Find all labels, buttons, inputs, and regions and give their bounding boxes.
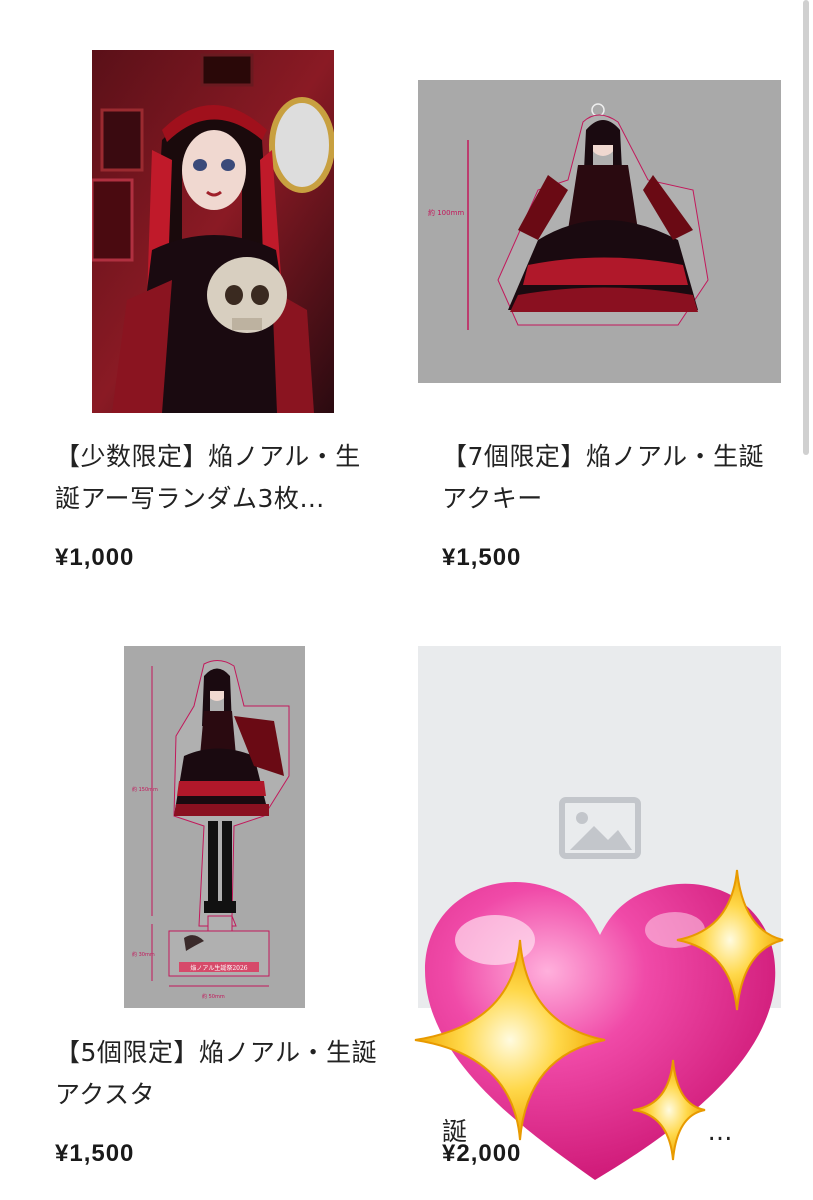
- product-price: ¥1,500: [442, 544, 522, 571]
- product-image[interactable]: 約 100mm: [418, 80, 781, 383]
- product-title[interactable]: 【少数限定】焔ノアル・生 誕アー写ランダム3枚…: [55, 436, 385, 520]
- product-price: ¥1,500: [55, 1140, 135, 1167]
- base-width-label: 約 50mm: [202, 993, 225, 1000]
- product-image[interactable]: 約 150mm 約 30mm 約 50mm 焔ノアル生誕祭2026: [124, 646, 305, 1008]
- product-card[interactable]: 約 100mm 【7個限定】焔ノアル・生誕 アクキー ¥1,500: [406, 0, 813, 620]
- product-title[interactable]: 【5個限定】焔ノアル・生誕 アクスタ: [55, 1032, 385, 1116]
- product-title[interactable]: 【7個限定】焔ノアル・生誕 アクキー: [442, 436, 772, 520]
- product-image-placeholder[interactable]: [418, 646, 781, 1008]
- gothic-girl-photo: [92, 50, 334, 413]
- base-text: 焔ノアル生誕祭2026: [190, 964, 247, 972]
- dimension-label: 約 100mm: [428, 208, 464, 217]
- product-card[interactable]: 誕… ¥2,000: [406, 620, 813, 1200]
- dimension-label: 約 150mm: [132, 786, 158, 793]
- product-image[interactable]: [92, 50, 334, 413]
- image-placeholder-icon: [418, 646, 781, 1008]
- product-card[interactable]: 【少数限定】焔ノアル・生 誕アー写ランダム3枚… ¥1,000: [0, 0, 406, 620]
- base-dimension-label: 約 30mm: [132, 951, 155, 958]
- product-card[interactable]: 約 150mm 約 30mm 約 50mm 焔ノアル生誕祭2026 【5個限定】…: [0, 620, 406, 1200]
- product-price: ¥1,000: [55, 544, 135, 571]
- acrylic-keychain-mockup: 約 100mm: [418, 80, 781, 383]
- acrylic-stand-mockup: 約 150mm 約 30mm 約 50mm 焔ノアル生誕祭2026: [124, 646, 305, 1008]
- product-price: ¥2,000: [442, 1140, 522, 1167]
